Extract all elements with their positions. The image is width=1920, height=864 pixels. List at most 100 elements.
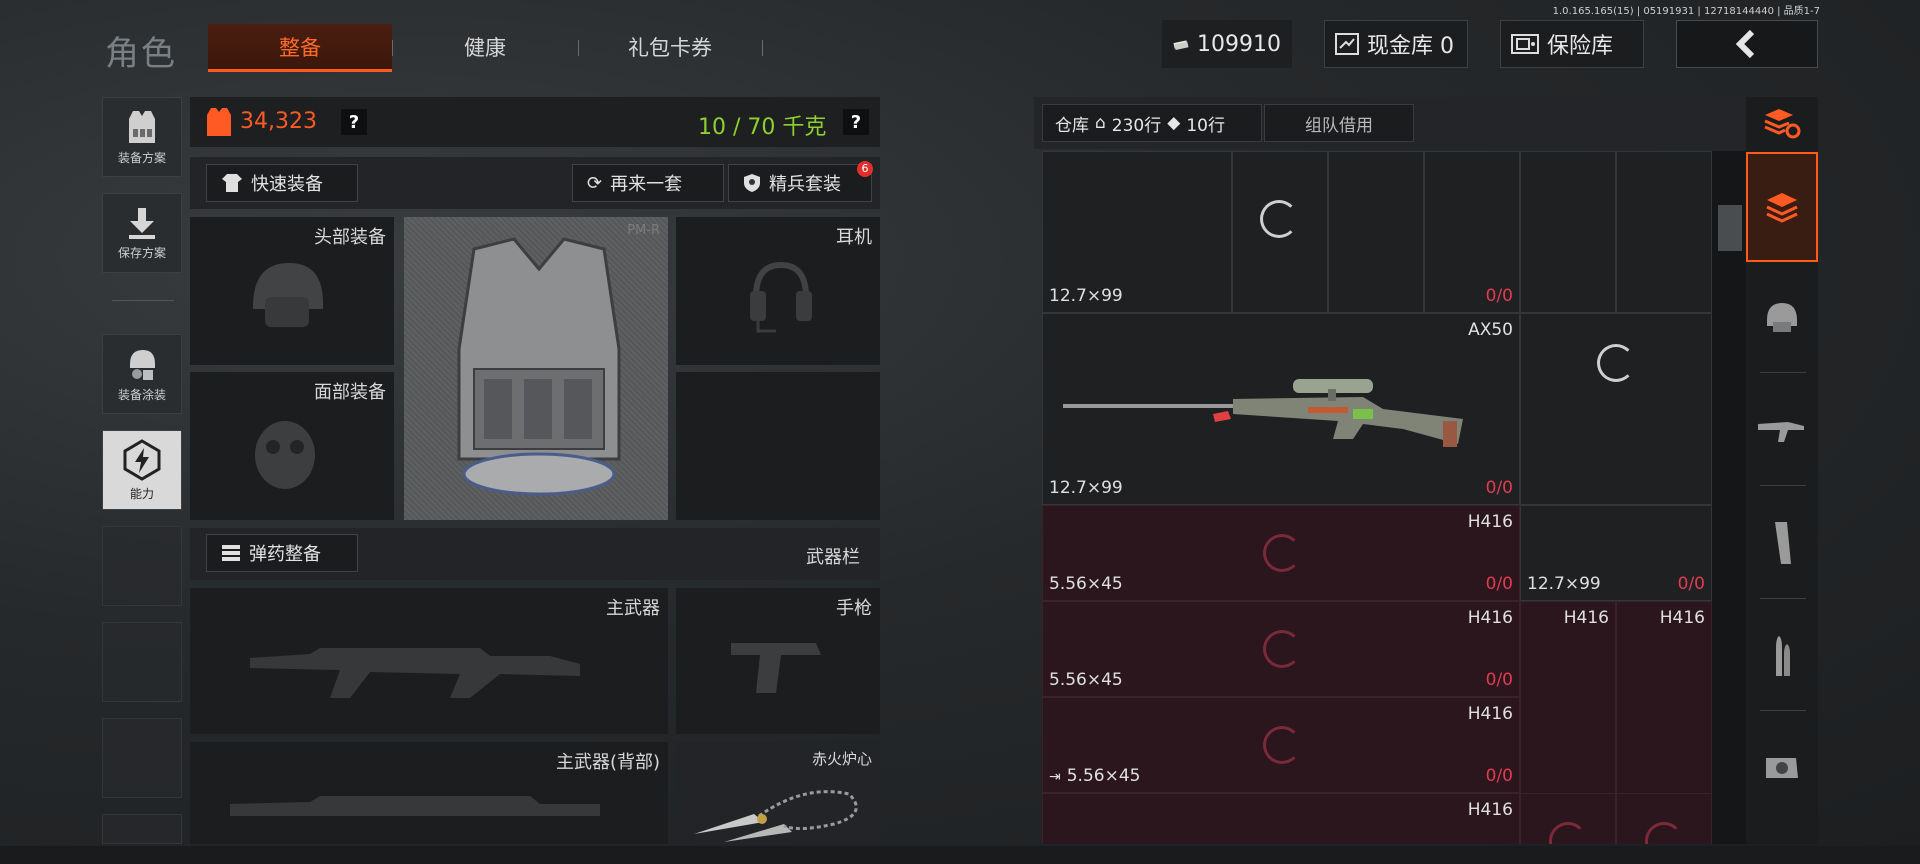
- helmet-icon: [1767, 303, 1797, 332]
- elite-set-button[interactable]: 精兵套装: [728, 164, 872, 202]
- category-divider: [1760, 485, 1806, 486]
- pistol-icon: [731, 643, 821, 693]
- rifle-back-icon: [230, 796, 600, 816]
- mask-icon: [255, 421, 315, 489]
- grid-slot[interactable]: [1520, 151, 1616, 313]
- sidebar-item-gear-skin[interactable]: 装备涂装: [102, 334, 182, 414]
- slot-melee[interactable]: 赤火炉心: [676, 742, 880, 844]
- download-icon: [129, 207, 155, 239]
- slot-extra[interactable]: [676, 372, 880, 520]
- safe-icon: [1511, 34, 1539, 54]
- warehouse-item-h416[interactable]: H416 5.56×45 0/0: [1042, 601, 1520, 697]
- item-name: H416: [1467, 608, 1513, 628]
- ammo-prep-label: 弹药整备: [249, 544, 321, 565]
- category-ammo[interactable]: [1746, 601, 1818, 711]
- warehouse-item-h416[interactable]: H416: [1520, 601, 1616, 795]
- sidebar-item-save-plan[interactable]: 保存方案: [102, 193, 182, 273]
- cash-vault-button[interactable]: 现金库 0: [1324, 20, 1468, 68]
- category-attachment[interactable]: [1746, 713, 1818, 823]
- item-caliber: 12.7×99: [1049, 286, 1123, 306]
- warehouse-grid: 12.7×99 0/0 AX50 12.7×99 0/0 H416 5.56×4…: [1042, 151, 1712, 844]
- vest-icon: [129, 110, 155, 143]
- ability-icon: [123, 438, 161, 481]
- tab-warehouse[interactable]: 仓库 ⌂ 230行 ◆ 10行: [1042, 104, 1262, 142]
- item-count: 0/0: [1485, 766, 1513, 786]
- melee-blade-icon: [694, 790, 858, 842]
- bottom-strip: [0, 846, 1920, 864]
- armor-value-icon: [207, 108, 231, 136]
- slot-primary-back-label: 主武器(背部): [555, 752, 660, 773]
- tab-gift-coupons[interactable]: 礼包卡券: [585, 24, 755, 72]
- back-button[interactable]: [1676, 20, 1818, 68]
- warehouse-item-ax50[interactable]: AX50 12.7×99 0/0: [1042, 313, 1520, 505]
- back-arrow-icon: [1735, 29, 1755, 59]
- grid-slot[interactable]: [1616, 793, 1712, 844]
- warehouse-scroll-thumb[interactable]: [1718, 205, 1742, 251]
- slot-head[interactable]: 头部装备: [190, 217, 394, 365]
- cash-vault-label: 现金库 0: [1367, 34, 1454, 59]
- slot-primary-back[interactable]: 主武器(背部): [190, 742, 668, 844]
- category-divider: [1760, 710, 1806, 711]
- warehouse-item[interactable]: 12.7×99 0/0: [1042, 151, 1520, 313]
- category-weapon[interactable]: [1746, 375, 1818, 485]
- cash-icon: [1173, 40, 1189, 51]
- layers-icon: [1766, 193, 1798, 223]
- slot-face[interactable]: 面部装备: [190, 372, 394, 520]
- item-name: H416: [1563, 608, 1609, 628]
- grid-slot[interactable]: [1520, 793, 1616, 844]
- item-caliber: ⇥ 5.56×45: [1049, 766, 1141, 786]
- slot-melee-label: 赤火炉心: [811, 750, 872, 768]
- rifle-icon: [250, 648, 580, 698]
- weight-display: 10 / 70 千克: [698, 115, 827, 140]
- moved-arrow-icon: ⇥: [1049, 769, 1061, 785]
- item-caliber: 12.7×99: [1049, 478, 1123, 498]
- weapon-bar-label: 武器栏: [806, 547, 860, 568]
- value-help-button[interactable]: ?: [341, 109, 367, 135]
- loading-spinner: [1645, 822, 1683, 844]
- money-amount: 109910: [1197, 31, 1281, 57]
- slot-pistol-label: 手枪: [836, 598, 872, 619]
- grid-slot[interactable]: [1520, 313, 1712, 505]
- page-title: 角色: [105, 34, 177, 74]
- tab-team-borrow[interactable]: 组队借用: [1264, 104, 1414, 142]
- ammo-prep-button[interactable]: 弹药整备: [206, 534, 358, 572]
- sidebar-empty-slot: [102, 814, 182, 844]
- item-name: H416: [1659, 608, 1705, 628]
- sidebar-item-label: 装备涂装: [117, 387, 166, 402]
- warehouse-item-h416[interactable]: H416: [1042, 793, 1520, 844]
- sidebar-empty-slot: [102, 622, 182, 702]
- sidebar-item-loadout-plan[interactable]: 装备方案: [102, 97, 182, 177]
- tab-gear[interactable]: 整备: [208, 24, 392, 72]
- weight-help-button[interactable]: ?: [843, 109, 869, 135]
- item-name: H416: [1467, 704, 1513, 724]
- warehouse-item-h416[interactable]: H416: [1616, 601, 1712, 795]
- quick-equip-button[interactable]: 快速装备: [206, 164, 358, 202]
- warehouse-item-h416[interactable]: H416 5.56×45 0/0: [1042, 505, 1520, 601]
- shirt-icon: [222, 174, 242, 192]
- category-all[interactable]: [1746, 152, 1818, 262]
- warehouse-scrollbar[interactable]: [1712, 151, 1746, 844]
- grid-slot[interactable]: [1616, 151, 1712, 313]
- sort-button[interactable]: [1746, 97, 1818, 149]
- warehouse-item-h416[interactable]: H416 ⇥ 5.56×45 0/0: [1042, 697, 1520, 793]
- warehouse-rows: 230行: [1111, 115, 1162, 136]
- slot-armor[interactable]: PM-R: [404, 217, 668, 520]
- category-helmet[interactable]: [1746, 262, 1818, 372]
- again-button[interactable]: ⟳ 再来一套: [572, 164, 724, 202]
- warehouse-item[interactable]: 12.7×99 0/0: [1520, 505, 1712, 601]
- item-caliber: 12.7×99: [1527, 574, 1601, 594]
- category-magazine[interactable]: [1746, 488, 1818, 598]
- slot-earphone[interactable]: 耳机: [676, 217, 880, 365]
- sidebar-item-label: 装备方案: [117, 150, 166, 165]
- slot-face-label: 面部装备: [314, 382, 386, 403]
- loading-spinner: [1549, 822, 1587, 844]
- tab-health[interactable]: 健康: [400, 24, 570, 72]
- sidebar-item-label: 能力: [129, 486, 154, 501]
- slot-primary-weapon[interactable]: 主武器: [190, 588, 668, 734]
- loadout-value: 34,323: [240, 109, 317, 134]
- item-name: AX50: [1468, 320, 1513, 340]
- sidebar-item-ability[interactable]: 能力: [102, 430, 182, 510]
- slot-pistol[interactable]: 手枪: [676, 588, 880, 734]
- safe-button[interactable]: 保险库: [1500, 20, 1644, 68]
- ammo-list-icon: [222, 545, 240, 561]
